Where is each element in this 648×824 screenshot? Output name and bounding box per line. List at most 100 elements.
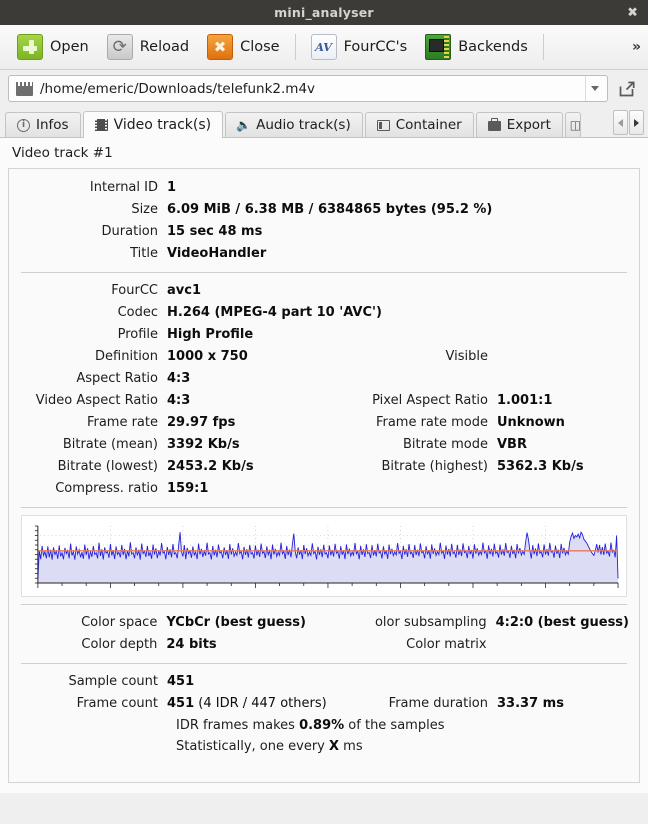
tab-scroll-left-button[interactable] <box>613 110 628 135</box>
color-depth-value: 24 bits <box>166 637 217 652</box>
bitrate-mean-key: Bitrate (mean) <box>62 437 158 452</box>
export-icon <box>487 118 501 131</box>
table-row: Codec H.264 (MPEG-4 part 10 'AVC') <box>19 302 629 324</box>
title-key: Title <box>130 246 158 261</box>
frame-rate-key: Frame rate <box>86 415 158 430</box>
codec-key: Codec <box>117 305 158 320</box>
duration-value: 15 sec 48 ms <box>167 224 263 239</box>
tab-scroll-controls <box>613 110 644 135</box>
idr-percentage-note: IDR frames makes 0.89% of the samples <box>176 715 629 736</box>
interval-note-post: ms <box>339 739 363 754</box>
compression-ratio-key: Compress. ratio <box>55 481 158 496</box>
fourcc-button[interactable]: AV FourCC's <box>302 30 417 64</box>
partial-tab-icon: ◫ <box>569 118 581 132</box>
open-button-label: Open <box>50 39 89 55</box>
table-row: Frame rate 29.97 fps Frame rate mode Unk… <box>19 412 629 434</box>
table-row: Title VideoHandler <box>19 243 629 265</box>
color-subsampling-value: 4:2:0 (best guess) <box>495 615 629 630</box>
color-depth-key: Color depth <box>81 637 158 652</box>
section-divider-4 <box>21 663 627 664</box>
av-icon: AV <box>310 34 337 60</box>
close-icon[interactable]: ✖ <box>627 6 638 19</box>
bitrate-highest-value: 5362.3 Kb/s <box>497 459 584 474</box>
track-heading: Video track #1 <box>12 145 113 161</box>
track-content-area: Video track #1 Internal ID 1 Size 6.09 M… <box>0 138 648 793</box>
table-row: Aspect Ratio 4:3 <box>19 368 629 390</box>
reload-button[interactable]: ⟳ Reload <box>98 30 198 64</box>
frame-count-key: Frame count <box>76 696 158 711</box>
table-row: Bitrate (mean) 3392 Kb/s Bitrate mode VB… <box>19 434 629 456</box>
chip-icon <box>425 34 452 60</box>
tab-container[interactable]: Container <box>364 112 474 137</box>
info-icon: i <box>17 118 30 132</box>
idr-note-post: of the samples <box>344 718 445 733</box>
chevron-down-icon[interactable] <box>585 76 603 101</box>
container-icon <box>376 119 390 131</box>
video-aspect-ratio-value: 4:3 <box>167 393 191 408</box>
table-row: Video Aspect Ratio 4:3 Pixel Aspect Rati… <box>19 390 629 412</box>
section-divider-3 <box>21 604 627 605</box>
profile-value: High Profile <box>167 327 254 342</box>
open-button[interactable]: Open <box>8 30 98 64</box>
codec-value: H.264 (MPEG-4 part 10 'AVC') <box>167 305 382 320</box>
bitrate-chart-svg <box>34 525 620 588</box>
color-matrix-key: Color matrix <box>406 637 487 652</box>
frame-rate-mode-key: Frame rate mode <box>375 415 488 430</box>
file-path-combobox[interactable]: /home/emeric/Downloads/telefunk2.m4v <box>8 75 608 102</box>
color-space-value: YCbCr (best guess) <box>166 615 306 630</box>
frame-duration-key: Frame duration <box>388 696 488 711</box>
section-divider-2 <box>21 507 627 508</box>
tab-infos-label: Infos <box>36 117 69 133</box>
main-toolbar: Open ⟳ Reload ✖ Close AV FourCC's Backen… <box>0 25 648 70</box>
tab-video-tracks-label: Video track(s) <box>113 117 212 133</box>
tab-scroll-right-button[interactable] <box>629 110 644 135</box>
interval-note-pre: Statistically, one every <box>176 739 329 754</box>
window-titlebar: mini_analyser ✖ <box>0 0 648 25</box>
tab-infos[interactable]: i Infos <box>5 112 81 137</box>
bitrate-chart[interactable] <box>21 515 627 597</box>
tab-export[interactable]: Export <box>475 112 563 137</box>
tab-audio-tracks-label: Audio track(s) <box>256 117 351 133</box>
size-value: 6.09 MiB / 6.38 MB / 6384865 bytes (95.2… <box>167 202 493 217</box>
frame-rate-mode-value: Unknown <box>497 415 565 430</box>
track-details-panel: Internal ID 1 Size 6.09 MiB / 6.38 MB / … <box>8 168 640 783</box>
table-row: Profile High Profile <box>19 324 629 346</box>
track-section-color: Color space YCbCr (best guess) olor subs… <box>19 612 629 656</box>
toolbar-separator-2 <box>542 34 544 60</box>
internal-id-key: Internal ID <box>89 180 158 195</box>
fourcc-button-label: FourCC's <box>343 39 408 55</box>
frame-rate-value: 29.97 fps <box>167 415 236 430</box>
video-aspect-ratio-key: Video Aspect Ratio <box>35 393 158 408</box>
internal-id-value: 1 <box>167 180 177 195</box>
table-row: Size 6.09 MiB / 6.38 MB / 6384865 bytes … <box>19 199 629 221</box>
frame-count-value: 451 (4 IDR / 447 others) <box>167 693 342 715</box>
table-row: Color depth 24 bits Color matrix <box>19 634 629 656</box>
table-row: Bitrate (lowest) 2453.2 Kb/s Bitrate (hi… <box>19 456 629 478</box>
aspect-ratio-key: Aspect Ratio <box>76 371 158 386</box>
path-bar-row: /home/emeric/Downloads/telefunk2.m4v <box>0 70 648 107</box>
open-external-button[interactable] <box>614 76 640 102</box>
color-matrix-value <box>496 634 629 656</box>
aspect-ratio-value: 4:3 <box>167 371 191 386</box>
color-subsampling-key: olor subsampling <box>374 615 487 630</box>
pixel-aspect-ratio-key: Pixel Aspect Ratio <box>372 393 488 408</box>
track-section-identity: Internal ID 1 Size 6.09 MiB / 6.38 MB / … <box>19 177 629 265</box>
tab-audio-tracks[interactable]: 🔈 Audio track(s) <box>225 112 363 137</box>
tab-video-tracks[interactable]: Video track(s) <box>82 111 224 138</box>
video-icon <box>94 119 108 131</box>
close-x-icon: ✖ <box>207 34 234 60</box>
table-row: Internal ID 1 <box>19 177 629 199</box>
close-file-button[interactable]: ✖ Close <box>198 30 289 64</box>
title-value: VideoHandler <box>167 246 267 261</box>
tab-overflow-partial[interactable]: ◫ <box>564 112 581 137</box>
audio-icon: 🔈 <box>236 118 252 132</box>
table-row: FourCC avc1 <box>19 280 629 302</box>
tab-bar: i Infos Video track(s) 🔈 Audio track(s) … <box>0 107 648 138</box>
bitrate-mode-key: Bitrate mode <box>402 437 488 452</box>
visible-value <box>497 346 629 368</box>
refresh-icon: ⟳ <box>106 34 133 60</box>
backends-button[interactable]: Backends <box>416 30 537 64</box>
interval-note-strong: X <box>329 739 340 754</box>
toolbar-overflow-button[interactable]: » <box>632 39 641 55</box>
table-row: Compress. ratio 159:1 <box>19 478 629 500</box>
